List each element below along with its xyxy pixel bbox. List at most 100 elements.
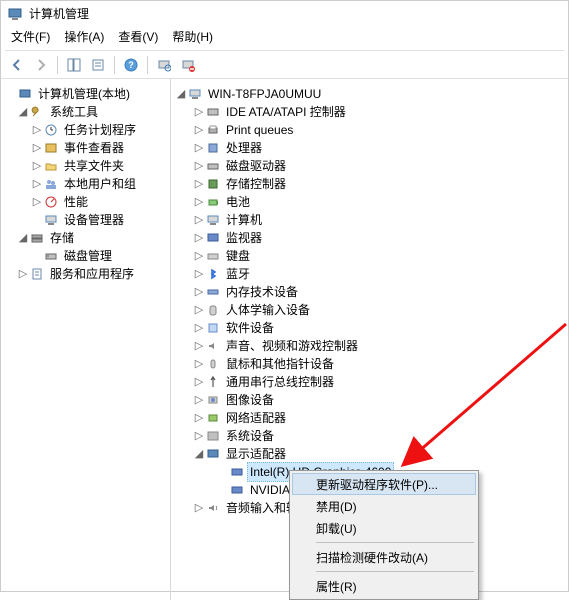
- tree-root[interactable]: ▹ 计算机管理(本地): [3, 85, 170, 103]
- category-software-devices[interactable]: ▷软件设备: [173, 319, 568, 337]
- menu-properties[interactable]: 属性(R): [292, 575, 476, 597]
- category-monitors-icon: [205, 230, 221, 246]
- tree-local-users[interactable]: ▷ 本地用户和组: [3, 175, 170, 193]
- category-batteries[interactable]: ▷ 电池: [173, 193, 568, 211]
- properties-icon[interactable]: [88, 55, 108, 75]
- expander-icon[interactable]: ▷: [193, 301, 205, 319]
- expander-icon[interactable]: ▷: [193, 265, 205, 283]
- toolbar: ?: [1, 52, 568, 78]
- category-disk-drives-icon: [205, 158, 221, 174]
- tree-label: 图像设备: [223, 391, 277, 409]
- toolbar-divider: [57, 56, 58, 74]
- category-ide-icon: [205, 104, 221, 120]
- menu-view[interactable]: 查看(V): [118, 28, 158, 45]
- expander-icon[interactable]: ◢: [193, 445, 205, 463]
- tree-device-manager[interactable]: 设备管理器: [3, 211, 170, 229]
- expander-icon[interactable]: ▷: [193, 247, 205, 265]
- expander-icon[interactable]: ▷: [193, 121, 205, 139]
- expander-icon[interactable]: ▷: [17, 265, 29, 283]
- category-sound[interactable]: ▷ 声音、视频和游戏控制器: [173, 337, 568, 355]
- clock-icon: [43, 122, 59, 138]
- help-icon[interactable]: ?: [121, 55, 141, 75]
- expander-icon[interactable]: ▷: [193, 391, 205, 409]
- services-icon: [29, 266, 45, 282]
- expander-icon[interactable]: ▷: [193, 157, 205, 175]
- expander-icon[interactable]: ▷: [193, 355, 205, 373]
- menu-uninstall[interactable]: 卸载(U): [292, 517, 476, 539]
- device-intel-gpu-icon: [229, 464, 245, 480]
- category-storage-controllers[interactable]: ▷存储控制器: [173, 175, 568, 193]
- category-ide[interactable]: ▷IDE ATA/ATAPI 控制器: [173, 103, 568, 121]
- show-hide-tree-icon[interactable]: [64, 55, 84, 75]
- expander-icon[interactable]: ▷: [193, 427, 205, 445]
- back-icon[interactable]: [7, 55, 27, 75]
- menu-help[interactable]: 帮助(H): [172, 28, 213, 45]
- expander-icon[interactable]: ▷: [193, 229, 205, 247]
- toolbar-divider: [114, 56, 115, 74]
- expander-icon[interactable]: ▷: [193, 103, 205, 121]
- expander-icon[interactable]: ▷: [193, 499, 205, 517]
- category-system-icon: [205, 428, 221, 444]
- category-network-icon: [205, 410, 221, 426]
- tree-label: 网络适配器: [223, 409, 289, 427]
- tree-performance[interactable]: ▷ 性能: [3, 193, 170, 211]
- menu-disable[interactable]: 禁用(D): [292, 495, 476, 517]
- menu-update-driver[interactable]: 更新驱动程序软件(P)...: [292, 473, 476, 495]
- category-memory-tech[interactable]: ▷内存技术设备: [173, 283, 568, 301]
- menu-scan-hardware[interactable]: 扫描检测硬件改动(A): [292, 546, 476, 568]
- expander-icon[interactable]: ▷: [193, 211, 205, 229]
- device-root[interactable]: ◢WIN-T8FPJA0UMUU: [173, 85, 568, 103]
- category-print-queues[interactable]: ▷Print queues: [173, 121, 568, 139]
- category-mice[interactable]: ▷鼠标和其他指针设备: [173, 355, 568, 373]
- tree-label: 计算机: [223, 211, 265, 229]
- forward-icon[interactable]: [31, 55, 51, 75]
- tree-label: 电池: [223, 193, 253, 211]
- category-bluetooth[interactable]: ▷蓝牙: [173, 265, 568, 283]
- expander-icon[interactable]: ▷: [193, 139, 205, 157]
- category-display-adapters[interactable]: ◢显示适配器: [173, 445, 568, 463]
- menu-action[interactable]: 操作(A): [64, 28, 104, 45]
- category-network[interactable]: ▷ 网络适配器: [173, 409, 568, 427]
- expander-icon[interactable]: ▷: [31, 193, 43, 211]
- tree-task-scheduler[interactable]: ▷ 任务计划程序: [3, 121, 170, 139]
- expander-icon[interactable]: ▷: [31, 121, 43, 139]
- category-keyboards[interactable]: ▷键盘: [173, 247, 568, 265]
- expander-icon[interactable]: ◢: [175, 85, 187, 103]
- category-computer-icon: [205, 212, 221, 228]
- category-monitors[interactable]: ▷ 监视器: [173, 229, 568, 247]
- category-imaging-icon: [205, 392, 221, 408]
- expander-icon[interactable]: ▷: [193, 193, 205, 211]
- expander-icon[interactable]: ◢: [17, 103, 29, 121]
- expander-icon[interactable]: ▷: [193, 319, 205, 337]
- tree-label: 计算机管理(本地): [35, 85, 133, 103]
- expander-icon[interactable]: ▷: [193, 409, 205, 427]
- category-system[interactable]: ▷系统设备: [173, 427, 568, 445]
- tree-disk-mgmt[interactable]: 磁盘管理: [3, 247, 170, 265]
- tree-shared-folders[interactable]: ▷ 共享文件夹: [3, 157, 170, 175]
- expander-icon[interactable]: ▷: [193, 373, 205, 391]
- category-imaging[interactable]: ▷ 图像设备: [173, 391, 568, 409]
- expander-icon[interactable]: ▷: [31, 175, 43, 193]
- expander-icon[interactable]: ▷: [31, 157, 43, 175]
- expander-icon[interactable]: ▷: [193, 175, 205, 193]
- category-hid[interactable]: ▷人体学输入设备: [173, 301, 568, 319]
- scan-hardware-icon[interactable]: [154, 55, 174, 75]
- category-disk-drives[interactable]: ▷磁盘驱动器: [173, 157, 568, 175]
- expander-icon[interactable]: ▷: [193, 283, 205, 301]
- tree-event-viewer[interactable]: ▷ 事件查看器: [3, 139, 170, 157]
- tree-system-tools[interactable]: ◢ 系统工具: [3, 103, 170, 121]
- tree-label: 声音、视频和游戏控制器: [223, 337, 361, 355]
- category-usb[interactable]: ▷通用串行总线控制器: [173, 373, 568, 391]
- menu-file[interactable]: 文件(F): [11, 28, 50, 45]
- tree-storage[interactable]: ◢ 存储: [3, 229, 170, 247]
- category-computer[interactable]: ▷ 计算机: [173, 211, 568, 229]
- expander-icon[interactable]: ▷: [193, 337, 205, 355]
- tree-label: 存储: [47, 229, 77, 247]
- category-processors[interactable]: ▷处理器: [173, 139, 568, 157]
- expander-icon[interactable]: ▷: [31, 139, 43, 157]
- tree-services[interactable]: ▷ 服务和应用程序: [3, 265, 170, 283]
- category-sound-icon: [205, 338, 221, 354]
- expander-icon[interactable]: ◢: [17, 229, 29, 247]
- uninstall-icon[interactable]: [178, 55, 198, 75]
- tree-label: 监视器: [223, 229, 265, 247]
